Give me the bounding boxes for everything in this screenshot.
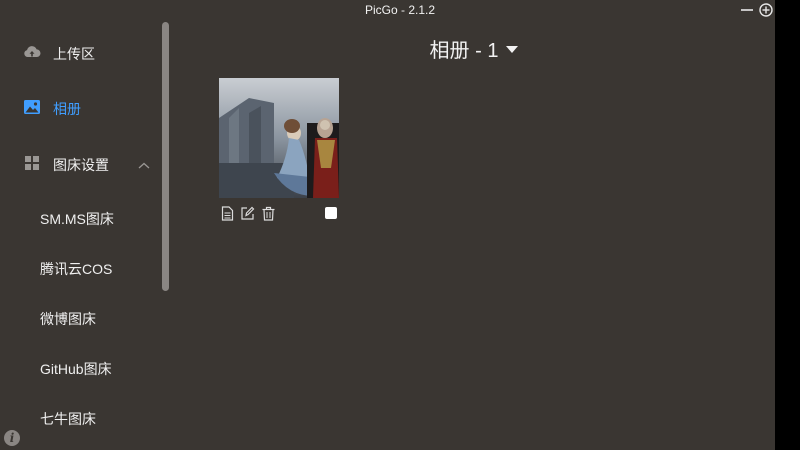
minimize-icon[interactable] [740,3,754,17]
copy-link-icon[interactable] [220,206,235,221]
sidebar-subitem-label: 微博图床 [40,311,96,327]
caret-down-icon [506,46,519,53]
sidebar-item-upload[interactable]: 上传区 [0,32,160,72]
sidebar-subitem-label: SM.MS图床 [40,211,114,227]
sidebar-subitem-qiniu[interactable]: 七牛图床 [0,397,160,437]
image-icon [23,98,41,116]
sidebar-scrollbar[interactable] [162,22,169,291]
delete-icon[interactable] [261,206,276,221]
image-select-checkbox[interactable] [325,207,337,219]
sidebar-subitem-smms[interactable]: SM.MS图床 [0,197,160,237]
sidebar-item-label: 图床设置 [53,157,109,173]
gallery-heading-dropdown[interactable]: 相册 - 1 [430,34,519,63]
image-actions [219,206,341,222]
sidebar-subitem-label: GitHub图床 [40,361,112,377]
sidebar-subitem-weibo[interactable]: 微博图床 [0,297,160,337]
app-title: PicGo - 2.1.2 [364,3,436,17]
gallery-heading: 相册 - 1 [173,34,775,63]
sidebar-subitem-github[interactable]: GitHub图床 [0,347,160,387]
sidebar-item-picbed-settings[interactable]: 图床设置 [0,143,160,183]
sidebar-subitem-label: 七牛图床 [40,411,96,427]
sidebar-subitem-tencent-cos[interactable]: 腾讯云COS [0,247,160,287]
circle-plus-icon[interactable] [759,3,773,17]
window-edge [775,0,800,450]
grid-icon [23,154,41,172]
gallery-title: 相册 - 1 [429,40,499,62]
chevron-up-icon [138,158,150,169]
info-icon[interactable]: i [4,430,20,446]
gallery-image-thumbnail[interactable] [219,78,339,198]
gallery-main: 相册 - 1 [173,22,775,450]
sidebar: 上传区 相册 图床设置 SM.MS图床 腾讯云COS 微博图床 GitHub图床… [0,22,173,450]
sidebar-subitem-label: 腾讯云COS [40,261,113,277]
sidebar-item-label: 上传区 [53,46,95,62]
sidebar-item-label: 相册 [53,101,81,117]
sidebar-item-gallery[interactable]: 相册 [0,87,160,127]
cloud-upload-icon [23,43,41,61]
edit-icon[interactable] [240,206,255,221]
